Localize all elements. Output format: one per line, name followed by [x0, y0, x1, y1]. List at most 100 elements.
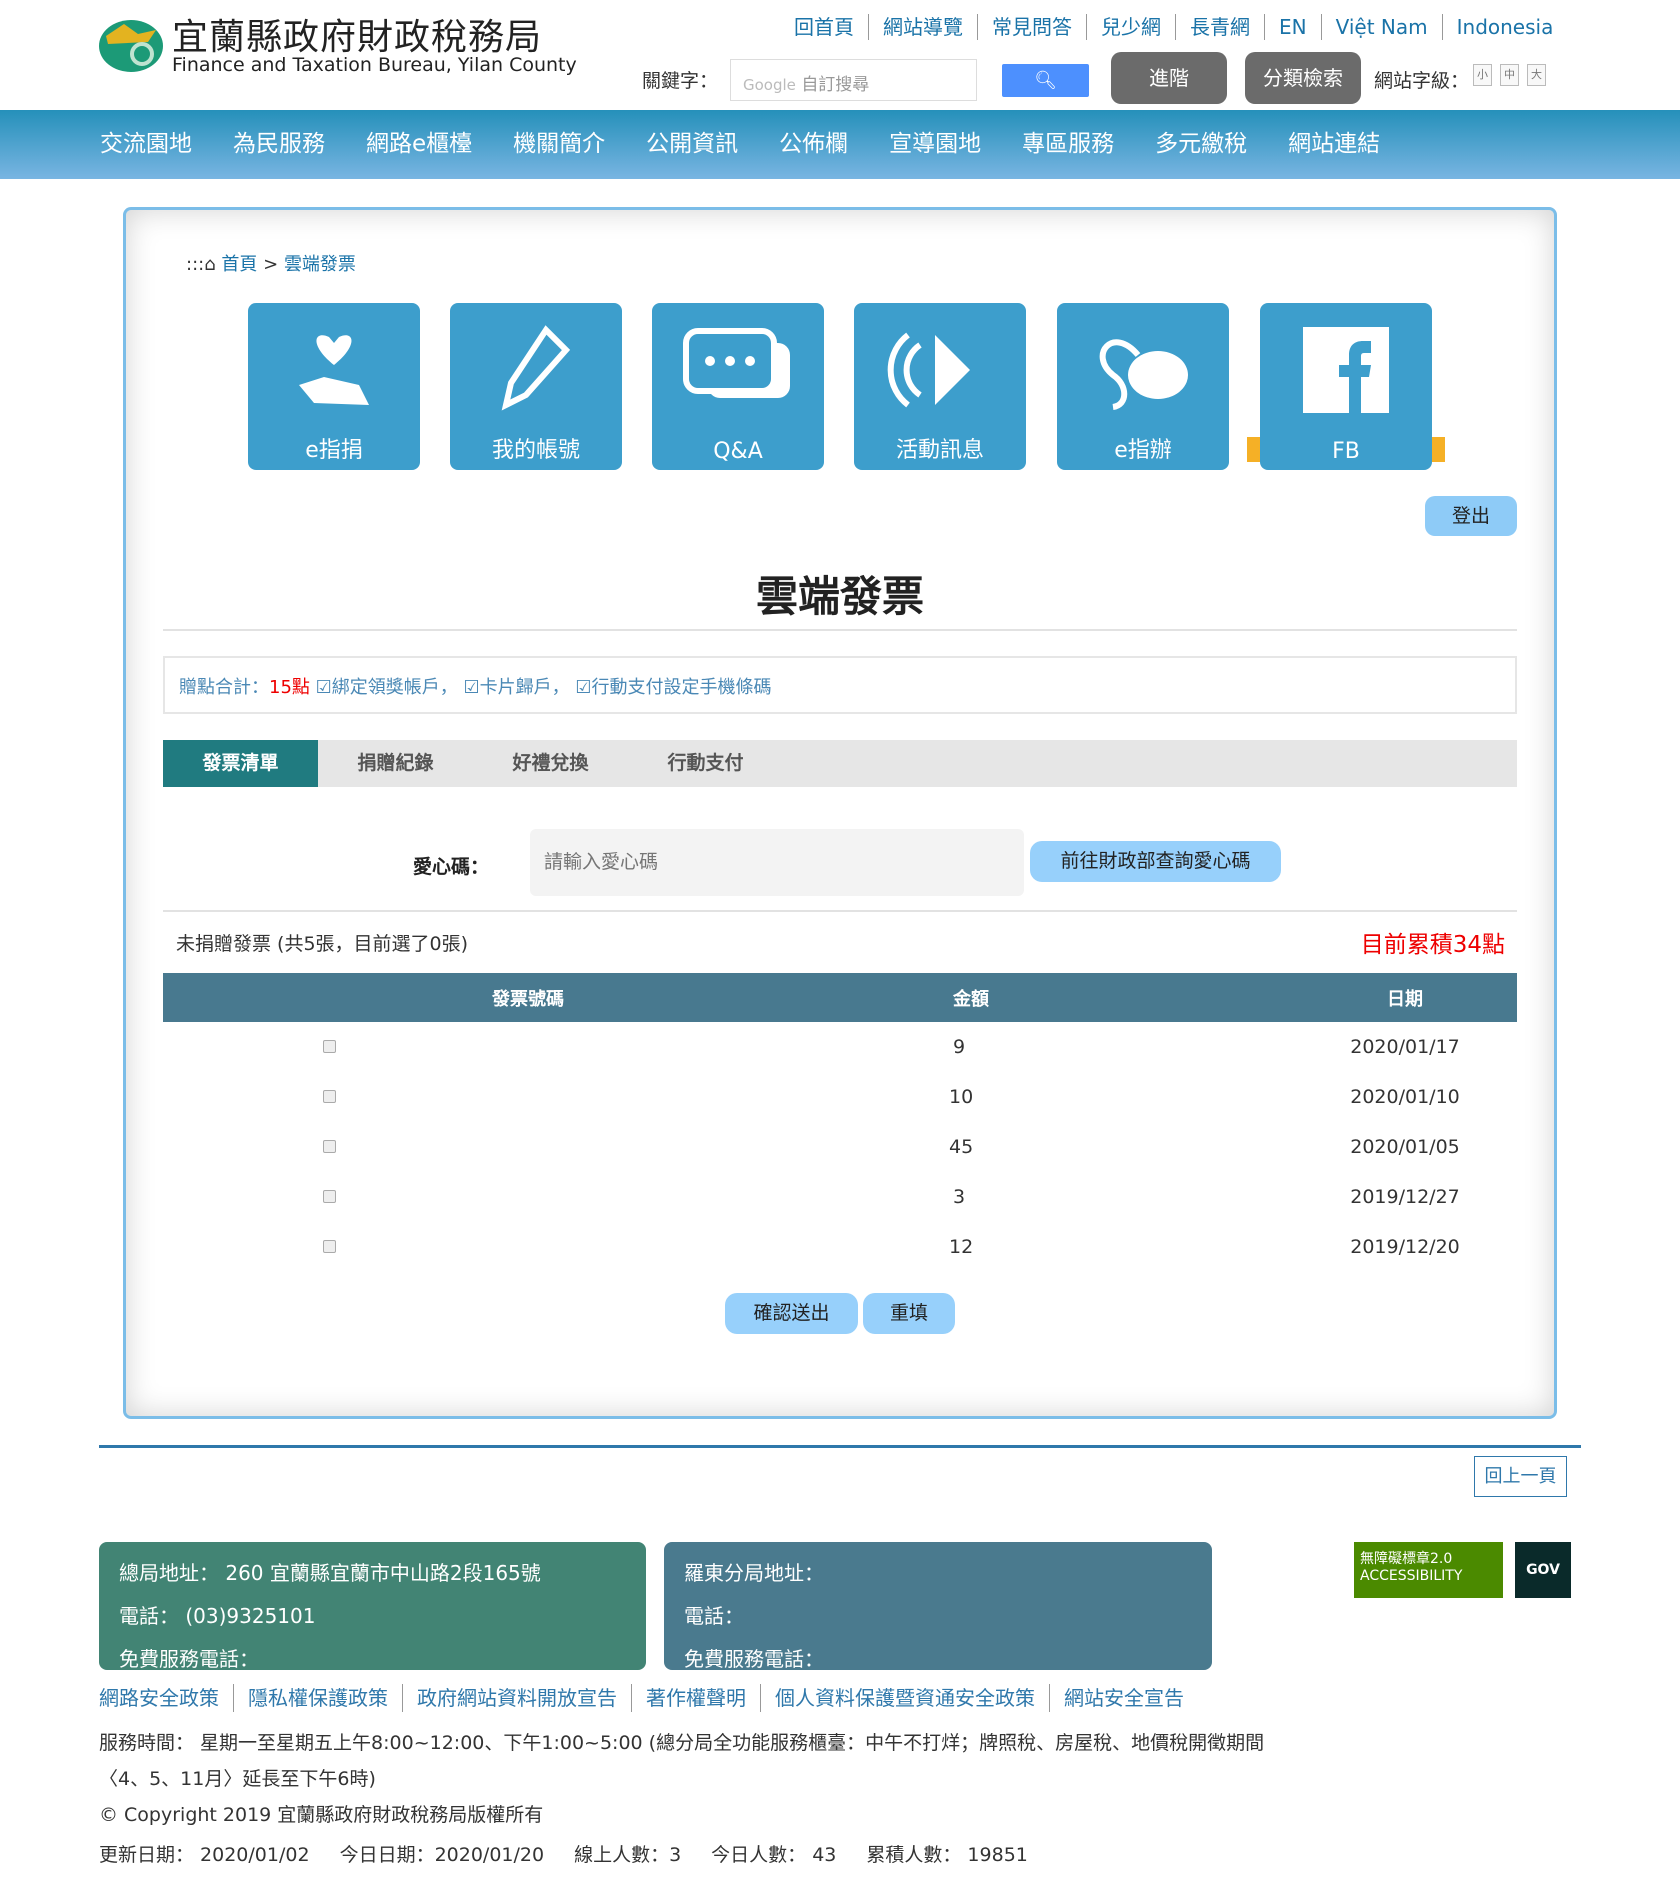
table-row: 10 2020/01/10: [163, 1072, 1517, 1122]
tile-label: FB: [1332, 439, 1360, 464]
tab-gift-exchange[interactable]: 好禮兌換: [473, 740, 628, 787]
col-invoice-number: 發票號碼: [163, 973, 953, 1022]
branch-address: 羅東分局地址：: [684, 1561, 824, 1585]
nav-item[interactable]: 機關簡介: [513, 110, 605, 179]
invoice-date: 2020/01/05: [1350, 1136, 1460, 1158]
advanced-search-button[interactable]: 進階: [1111, 52, 1227, 104]
reset-button[interactable]: 重填: [863, 1293, 955, 1334]
category-search-button[interactable]: 分類檢索: [1245, 52, 1361, 104]
invoice-amount: 45: [949, 1136, 974, 1158]
invoice-date: 2019/12/20: [1350, 1236, 1460, 1258]
row-checkbox[interactable]: [323, 1040, 336, 1053]
accumulated-points: 目前累積34點: [1360, 932, 1505, 958]
points-label: 贈點合計：: [179, 677, 269, 698]
tile-my-account[interactable]: 我的帳號: [450, 303, 622, 470]
love-code-input[interactable]: [530, 829, 1024, 896]
tile-label: e指捐: [305, 438, 363, 463]
footer-link[interactable]: 政府網站資料開放宣告: [402, 1684, 631, 1712]
google-brand: Google: [743, 76, 796, 94]
search-icon: 🔍︎: [1034, 70, 1057, 91]
points-item: ☑卡片歸戶，: [463, 677, 570, 698]
nav-item[interactable]: 網站連結: [1288, 110, 1380, 179]
tile-events[interactable]: 活動訊息: [854, 303, 1026, 470]
font-large-button[interactable]: 大: [1527, 64, 1546, 86]
top-link-faq[interactable]: 常見問答: [977, 14, 1086, 40]
nav-item[interactable]: 網路e櫃檯: [366, 110, 472, 179]
tab-bar: 發票清單 捐贈紀錄 好禮兌換 行動支付: [163, 740, 1517, 787]
footer-link[interactable]: 網路安全政策: [99, 1684, 233, 1712]
nav-item[interactable]: 宣導園地: [889, 110, 981, 179]
search-input[interactable]: Google 自訂搜尋: [730, 59, 977, 101]
font-small-button[interactable]: 小: [1473, 64, 1492, 86]
main-office-info: 總局地址： 260 宜蘭縣宜蘭市中山路2段165號 電話： (03)932510…: [99, 1542, 646, 1671]
breadcrumb-home[interactable]: 首頁: [221, 254, 257, 275]
invoice-amount: 3: [952, 1186, 966, 1208]
branch-office-info: 羅東分局地址： 電話： 免費服務電話：: [664, 1542, 1212, 1671]
branch-free-phone: 免費服務電話：: [684, 1647, 824, 1671]
copyright: © Copyright 2019 宜蘭縣政府財政稅務局版權所有: [99, 1804, 544, 1826]
col-amount: 金額: [953, 973, 1293, 1022]
nav-item[interactable]: 多元繳稅: [1155, 110, 1247, 179]
site-title-en: Finance and Taxation Bureau, Yilan Count…: [172, 54, 577, 76]
breadcrumb-prefix: :::: [186, 254, 205, 275]
footer-link[interactable]: 個人資料保護暨資通安全政策: [760, 1684, 1049, 1712]
query-love-code-button[interactable]: 前往財政部查詢愛心碼: [1030, 841, 1281, 882]
tile-qa[interactable]: Q&A: [652, 303, 824, 470]
row-checkbox[interactable]: [323, 1090, 336, 1103]
divider: [163, 910, 1517, 912]
nav-item[interactable]: 公佈欄: [779, 110, 848, 179]
top-link-kids[interactable]: 兒少網: [1086, 14, 1175, 40]
tile-e-service[interactable]: e指辦: [1057, 303, 1229, 470]
facebook-icon: [1303, 327, 1389, 413]
top-link-indonesia[interactable]: Indonesia: [1441, 14, 1568, 40]
invoice-date: 2020/01/10: [1350, 1086, 1460, 1108]
top-links: 回首頁 網站導覽 常見問答 兒少網 長青網 EN Việt Nam Indone…: [780, 14, 1567, 40]
keyword-label: 關鍵字：: [642, 70, 719, 92]
invoice-amount: 10: [949, 1086, 974, 1108]
top-link-vietnam[interactable]: Việt Nam: [1320, 14, 1442, 40]
nav-item[interactable]: 公開資訊: [646, 110, 738, 179]
nav-item[interactable]: 為民服務: [233, 110, 325, 179]
breadcrumb-current[interactable]: 雲端發票: [284, 254, 356, 275]
main-free-phone: 免費服務電話：: [119, 1647, 259, 1671]
font-size-label: 網站字級：: [1374, 70, 1470, 92]
heart-hand-icon: [299, 335, 369, 405]
site-stats: 更新日期： 2020/01/02 今日日期：2020/01/20 線上人數：3 …: [99, 1840, 1028, 1867]
footer-link[interactable]: 著作權聲明: [631, 1684, 760, 1712]
row-checkbox[interactable]: [323, 1190, 336, 1203]
breadcrumb-sep: >: [263, 254, 279, 275]
search-button[interactable]: 🔍︎: [1002, 64, 1089, 97]
divider: [163, 629, 1517, 631]
tile-e-donate[interactable]: e指捐: [248, 303, 420, 470]
service-hours-ext: 〈4、5、11月〉延長至下午6時): [99, 1768, 376, 1790]
table-row: 3 2019/12/27: [163, 1172, 1517, 1222]
logout-button[interactable]: 登出: [1425, 496, 1517, 536]
page-title: 雲端發票: [755, 572, 924, 621]
tab-mobile-pay[interactable]: 行動支付: [628, 740, 783, 787]
nav-item[interactable]: 專區服務: [1022, 110, 1114, 179]
points-item: ☑綁定領獎帳戶，: [315, 677, 458, 698]
top-link-sitemap[interactable]: 網站導覽: [868, 14, 977, 40]
today-date: 今日日期：2020/01/20: [339, 1844, 545, 1866]
footer-link[interactable]: 網站安全宣告: [1049, 1684, 1198, 1712]
tile-label: 活動訊息: [895, 438, 984, 463]
bureau-logo[interactable]: [98, 14, 164, 74]
tile-facebook[interactable]: FB: [1260, 303, 1432, 470]
points-summary: 贈點合計：15點 ☑綁定領獎帳戶， ☑卡片歸戶， ☑行動支付設定手機條碼: [163, 656, 1517, 714]
accessibility-badge[interactable]: 無障礙標章2.0 ACCESSIBILITY: [1354, 1542, 1503, 1598]
row-checkbox[interactable]: [323, 1140, 336, 1153]
home-icon: ⌂: [204, 254, 216, 275]
nav-item[interactable]: 交流園地: [100, 110, 192, 179]
submit-button[interactable]: 確認送出: [725, 1293, 858, 1334]
font-medium-button[interactable]: 中: [1500, 64, 1519, 86]
gov-badge[interactable]: GOV: [1515, 1542, 1571, 1598]
back-button[interactable]: 回上一頁: [1474, 1456, 1567, 1497]
top-link-senior[interactable]: 長青網: [1175, 14, 1264, 40]
row-checkbox[interactable]: [323, 1240, 336, 1253]
top-link-home[interactable]: 回首頁: [780, 14, 868, 40]
top-link-en[interactable]: EN: [1264, 14, 1321, 40]
tab-invoice-list[interactable]: 發票清單: [163, 740, 318, 787]
footer-link[interactable]: 隱私權保護政策: [233, 1684, 402, 1712]
tab-donation-records[interactable]: 捐贈紀錄: [318, 740, 473, 787]
main-nav: 交流園地 為民服務 網路e櫃檯 機關簡介 公開資訊 公佈欄 宣導園地 專區服務 …: [0, 110, 1680, 179]
